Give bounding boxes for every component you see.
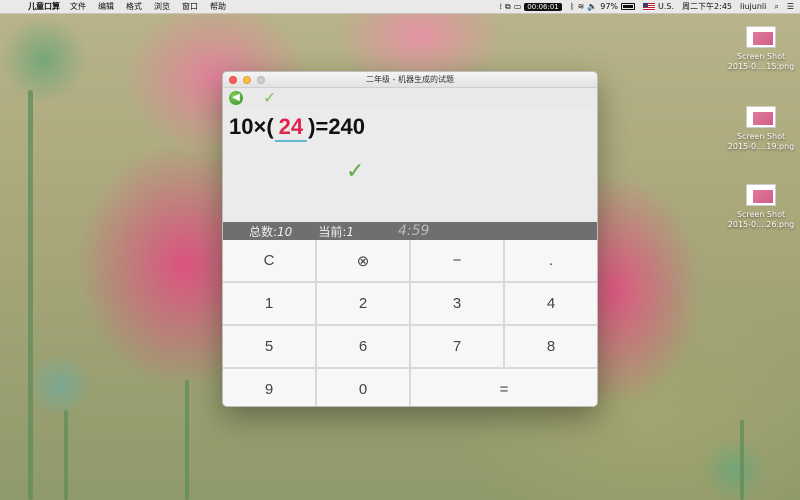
user-menu[interactable]: liujunli: [740, 2, 766, 11]
file-label-line1: Screen Shot: [736, 210, 786, 219]
key-8[interactable]: 8: [505, 326, 597, 367]
countdown-timer: 4:59: [398, 223, 430, 239]
file-label-line1: Screen Shot: [736, 132, 786, 141]
bluetooth-icon[interactable]: ᛒ: [570, 2, 575, 11]
correct-checkmark-icon: ✓: [346, 159, 365, 184]
zoom-button[interactable]: [257, 76, 265, 84]
file-label-line2: 2015-0....15.png: [727, 62, 795, 71]
image-thumbnail-icon: [746, 184, 776, 206]
file-label-line2: 2015-0....19.png: [727, 142, 795, 151]
flower-stem: [185, 380, 189, 500]
desktop-file-icon[interactable]: Screen Shot 2015-0....19.png: [721, 106, 800, 152]
system-status: ᛒ ≋ 🔈 97%: [570, 2, 636, 11]
menu-help[interactable]: 帮助: [210, 1, 226, 12]
key-backspace[interactable]: ⊗: [317, 240, 409, 281]
key-5[interactable]: 5: [223, 326, 315, 367]
arrow-left-icon: ◀: [232, 92, 240, 103]
key-0[interactable]: 0: [317, 369, 409, 406]
menu-edit[interactable]: 编辑: [98, 1, 114, 12]
window-title: 二年级 - 机器生成的试题: [366, 75, 454, 84]
list-icon[interactable]: ☰: [787, 2, 794, 11]
app-menu[interactable]: 儿童口算: [28, 1, 60, 12]
menu-file[interactable]: 文件: [70, 1, 86, 12]
current-value: 1: [346, 224, 355, 239]
back-button[interactable]: ◀: [229, 91, 243, 105]
keypad: C ⊗ − . 1 2 3 4 5 6 7 8 9 0 =: [223, 240, 597, 406]
total-value: 10: [277, 224, 293, 239]
key-4[interactable]: 4: [505, 283, 597, 324]
answer-field[interactable]: 24: [274, 114, 308, 142]
current-index: 当前:1: [318, 223, 354, 240]
minimize-button[interactable]: [243, 76, 251, 84]
file-label-line1: Screen Shot: [736, 52, 786, 61]
flower-stem: [740, 420, 744, 500]
battery-icon: [621, 3, 636, 10]
search-icon[interactable]: ⌕: [774, 2, 778, 12]
flower-stem: [64, 410, 68, 500]
copy-icon[interactable]: ⧉: [505, 2, 511, 12]
vertical-lines-icon[interactable]: ⁞: [499, 2, 502, 11]
app-window: 二年级 - 机器生成的试题 ◀ ✓ 10×( 24 )=240 ✓ 总数:10 …: [222, 71, 598, 407]
key-3[interactable]: 3: [411, 283, 503, 324]
battery-percent[interactable]: 97%: [600, 2, 618, 11]
key-decimal[interactable]: .: [505, 240, 597, 281]
status-area: ⁞ ⧉ ▭ 00:06:01: [499, 2, 562, 12]
key-6[interactable]: 6: [317, 326, 409, 367]
file-label-line2: 2015-0....26.png: [727, 220, 795, 229]
equation: 10×( 24 )=240: [229, 114, 365, 142]
menu-browse[interactable]: 浏览: [154, 1, 170, 12]
menu-bar: 儿童口算 文件 编辑 格式 浏览 窗口 帮助 ⁞ ⧉ ▭ 00:06:01 ᛒ …: [0, 0, 800, 14]
image-thumbnail-icon: [746, 106, 776, 128]
checkmark-icon: ✓: [263, 88, 277, 107]
timer-badge[interactable]: 00:06:01: [524, 2, 562, 11]
menu-window[interactable]: 窗口: [182, 1, 198, 12]
equation-suffix: )=240: [308, 114, 366, 139]
desktop-file-icon[interactable]: Screen Shot 2015-0....15.png: [721, 26, 800, 72]
desktop-file-icon[interactable]: Screen Shot 2015-0....26.png: [721, 184, 800, 230]
window-toolbar: ◀ ✓: [223, 88, 597, 108]
window-titlebar[interactable]: 二年级 - 机器生成的试题: [223, 72, 597, 88]
image-thumbnail-icon: [746, 26, 776, 48]
key-2[interactable]: 2: [317, 283, 409, 324]
key-9[interactable]: 9: [223, 369, 315, 406]
key-1[interactable]: 1: [223, 283, 315, 324]
check-button[interactable]: ✓: [263, 88, 276, 108]
close-button[interactable]: [229, 76, 237, 84]
key-equals[interactable]: =: [411, 369, 597, 406]
total-label: 总数:: [249, 224, 278, 239]
clock[interactable]: 周二下午2:45: [682, 1, 732, 12]
us-flag-icon: [643, 2, 656, 11]
key-clear[interactable]: C: [223, 240, 315, 281]
key-minus[interactable]: −: [411, 240, 503, 281]
flower-stem: [28, 90, 33, 500]
question-area: 10×( 24 )=240 ✓: [223, 108, 597, 222]
key-7[interactable]: 7: [411, 326, 503, 367]
volume-icon[interactable]: 🔈: [587, 2, 597, 11]
current-label: 当前:: [318, 224, 347, 239]
input-source-label[interactable]: U.S.: [658, 2, 674, 11]
stats-bar: 总数:10 当前:1 4:59: [223, 222, 597, 240]
equation-prefix: 10×(: [229, 114, 274, 139]
total-count: 总数:10: [249, 223, 292, 240]
airplay-icon[interactable]: ▭: [514, 2, 522, 11]
wifi-icon[interactable]: ≋: [578, 2, 585, 11]
traffic-lights: [229, 76, 265, 84]
menu-format[interactable]: 格式: [126, 1, 142, 12]
input-source: U.S.: [643, 2, 674, 11]
